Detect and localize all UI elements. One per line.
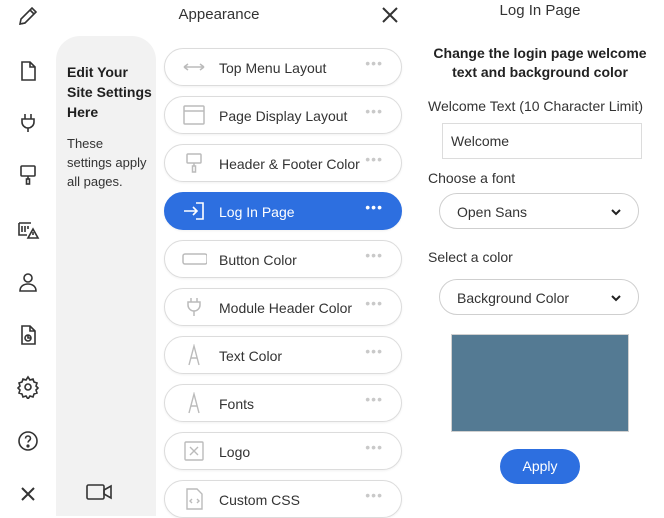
font-label: Choose a font [428,170,516,186]
paint-roller-icon[interactable] [12,159,44,191]
menu-item-module-header-color[interactable]: Module Header Color ••• [164,288,402,326]
more-options-icon[interactable]: ••• [365,392,383,406]
menu-item-custom-css[interactable]: Custom CSS ••• [164,480,402,518]
plug-icon[interactable] [12,107,44,139]
file-chart-icon[interactable] [12,319,44,351]
apply-button[interactable]: Apply [500,449,580,484]
login-page-title: Log In Page [499,2,581,19]
login-page-heading: Change the login page welcome text and b… [433,45,647,80]
help-icon[interactable] [12,425,44,457]
color-label: Select a color [428,249,513,265]
chevron-down-icon [611,295,621,302]
welcome-text-label: Welcome Text (10 Character Limit) [428,98,643,114]
color-select[interactable]: Background Color [439,279,639,315]
more-options-icon[interactable]: ••• [365,152,383,166]
menu-item-label: Logo [219,444,251,460]
menu-item-log-in-page[interactable]: Log In Page ••• [164,192,402,230]
letter-a-icon [188,344,200,366]
menu-item-header-footer-color[interactable]: Header & Footer Color ••• [164,144,402,182]
more-options-icon[interactable]: ••• [365,344,383,358]
plug-icon [187,298,201,316]
pencil-icon[interactable] [12,0,44,32]
more-options-icon[interactable]: ••• [365,296,383,310]
menu-item-label: Button Color [219,252,297,268]
menu-item-label: Custom CSS [219,492,300,508]
menu-item-page-display-layout[interactable]: Page Display Layout ••• [164,96,402,134]
menu-item-label: Module Header Color [219,300,353,316]
page-icon[interactable] [12,55,44,87]
image-box-icon [184,441,204,461]
more-options-icon[interactable]: ••• [365,104,383,118]
menu-item-label: Fonts [219,396,255,412]
video-icon[interactable] [85,480,113,504]
help-title: Edit Your Site Settings Here [67,64,152,120]
letter-a-icon [188,392,200,414]
gear-icon[interactable] [12,371,44,403]
more-options-icon[interactable]: ••• [365,488,383,502]
paint-roller-icon [186,153,202,173]
more-options-icon[interactable]: ••• [365,248,383,262]
close-icon[interactable] [12,478,44,510]
user-icon[interactable] [12,266,44,298]
code-file-icon [186,488,203,510]
chevron-down-icon [611,209,621,216]
menu-item-label: Top Menu Layout [219,60,327,76]
font-select[interactable]: Open Sans [439,193,639,229]
menu-item-label: Page Display Layout [219,108,348,124]
more-options-icon[interactable]: ••• [365,440,383,454]
color-select-value: Background Color [457,290,570,306]
layout-window-icon [183,105,205,125]
help-panel: Edit Your Site Settings Here These setti… [56,36,156,516]
menu-item-fonts[interactable]: Fonts ••• [164,384,402,422]
close-icon[interactable] [378,3,402,27]
button-rect-icon [182,253,207,265]
menu-item-label: Log In Page [219,204,295,220]
arrows-horizontal-icon [183,63,205,71]
more-options-icon[interactable]: ••• [365,200,383,214]
menu-item-top-menu-layout[interactable]: Top Menu Layout ••• [164,48,402,86]
left-toolbar [0,0,56,516]
help-text: These settings apply all pages. [67,136,147,189]
font-select-value: Open Sans [457,204,528,220]
welcome-text-input[interactable] [442,123,642,159]
login-arrow-icon [184,202,204,220]
menu-item-label: Text Color [219,348,283,364]
more-options-icon[interactable]: ••• [365,56,383,70]
menu-item-button-color[interactable]: Button Color ••• [164,240,402,278]
color-swatch[interactable] [451,334,629,432]
warning-list-icon[interactable] [12,214,44,246]
menu-item-logo[interactable]: Logo ••• [164,432,402,470]
appearance-title: Appearance [178,6,260,23]
menu-item-text-color[interactable]: Text Color ••• [164,336,402,374]
menu-item-label: Header & Footer Color [219,156,360,172]
